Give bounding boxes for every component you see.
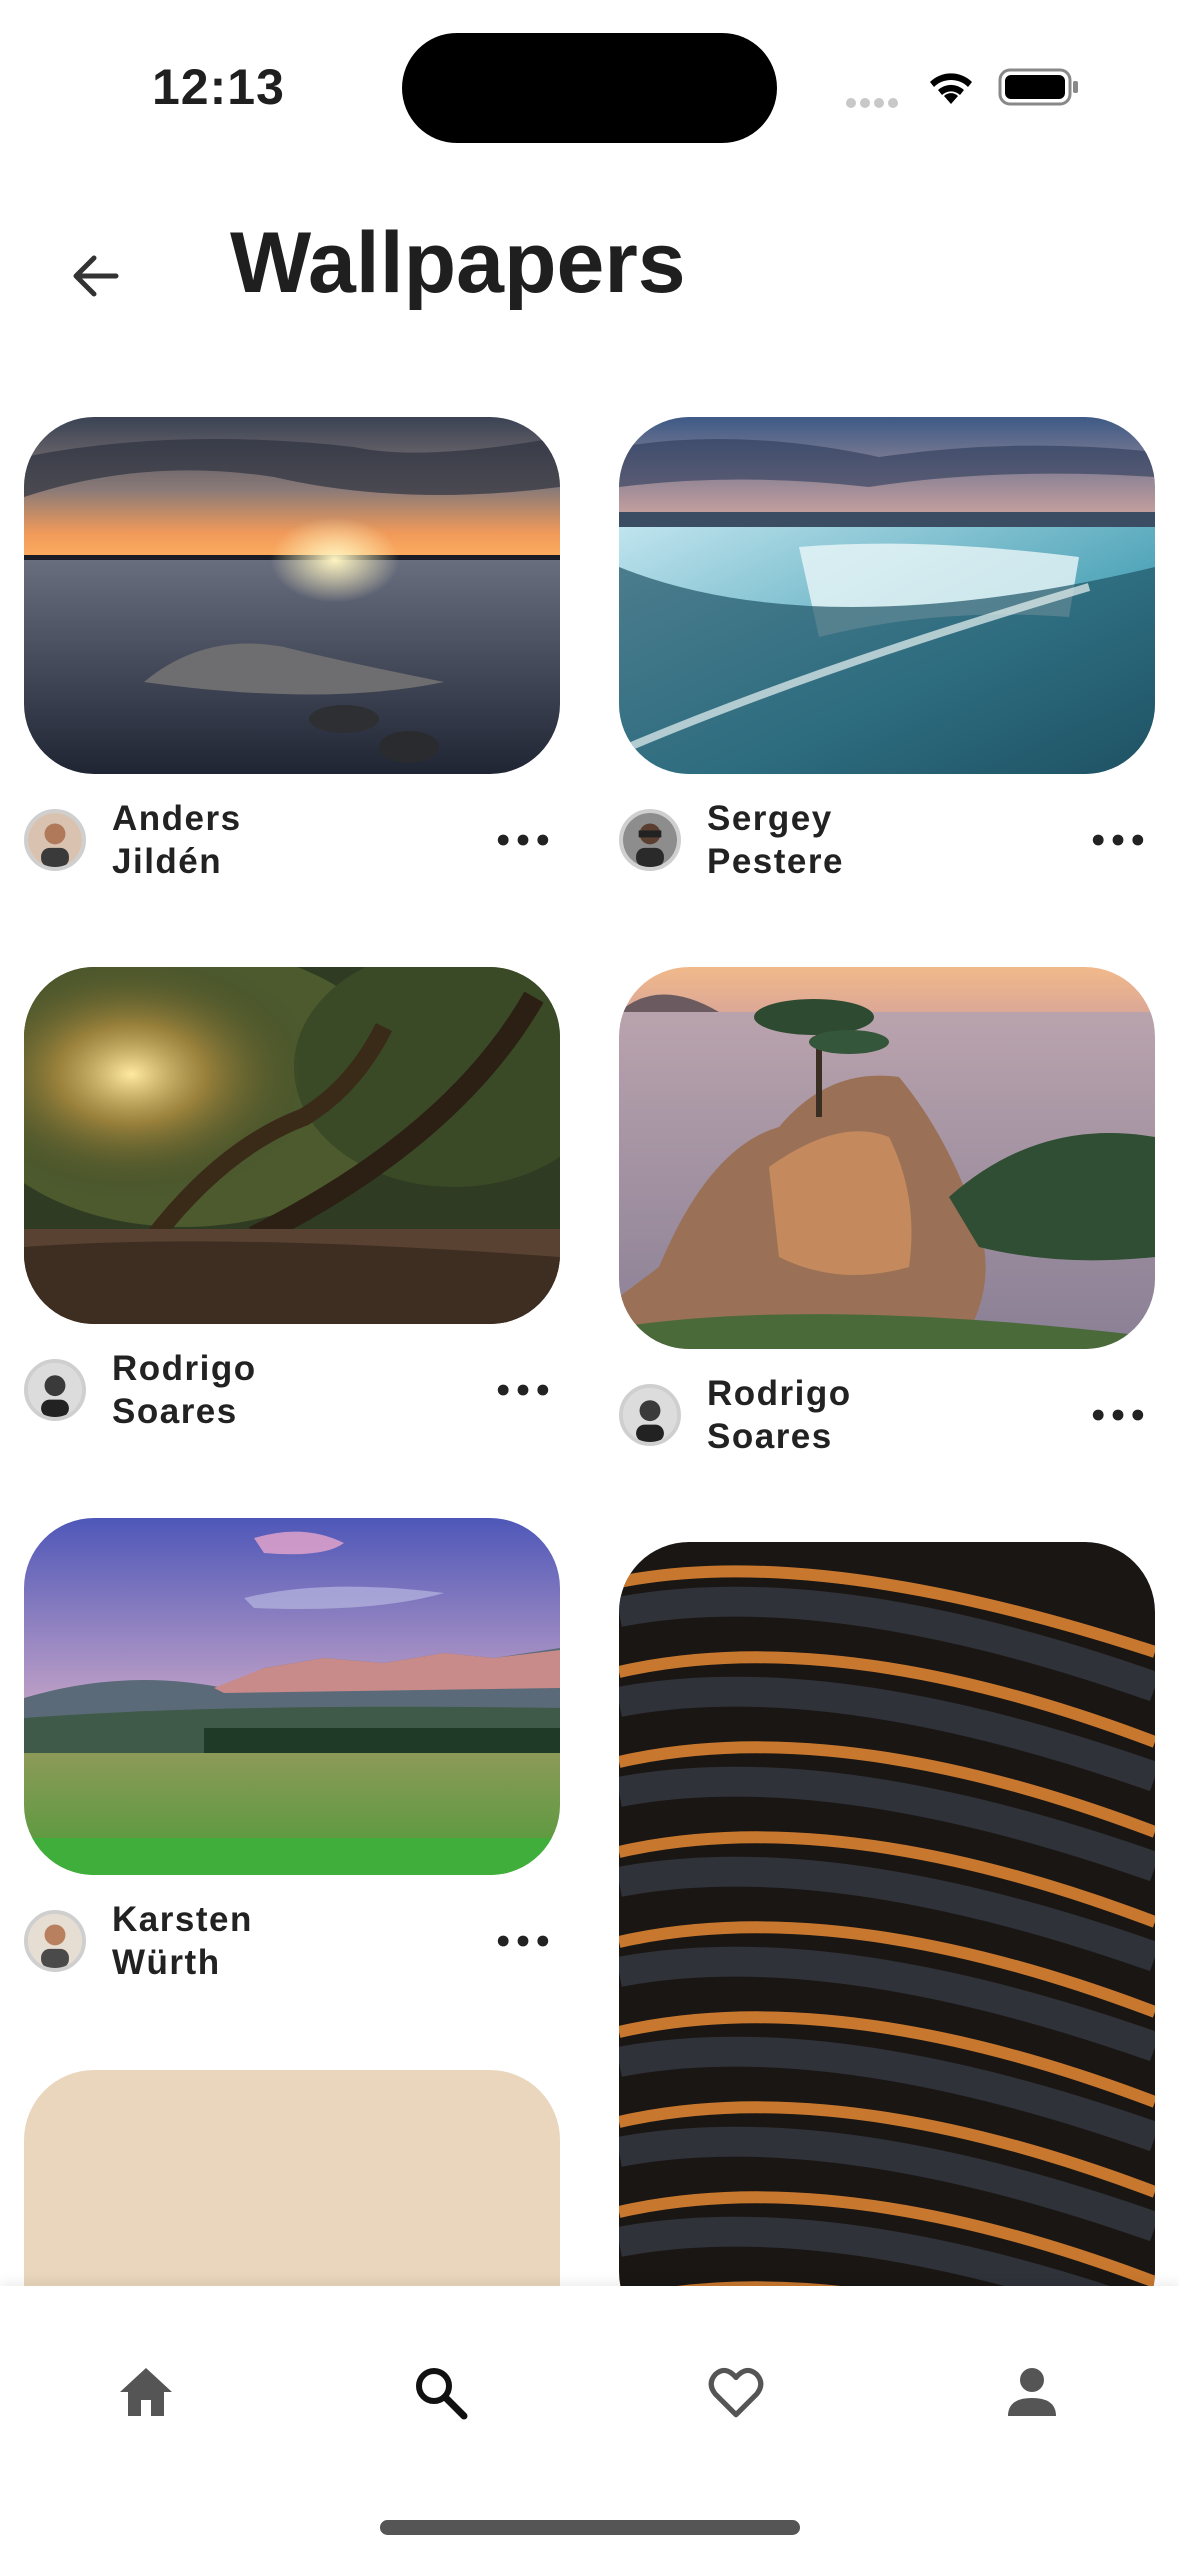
more-options-button[interactable]	[488, 1916, 558, 1966]
person-icon	[1008, 2368, 1056, 2416]
nav-favorites[interactable]	[686, 2342, 786, 2442]
page-title: Wallpapers	[230, 215, 686, 311]
more-options-button[interactable]	[488, 1365, 558, 1415]
author-name: Rodrigo Soares	[112, 1349, 257, 1431]
author-name: Rodrigo Soares	[707, 1374, 852, 1456]
heart-icon	[708, 2367, 764, 2418]
author-name: Karsten Würth	[112, 1900, 253, 1982]
home-icon	[120, 2368, 172, 2416]
more-options-button[interactable]	[488, 815, 558, 865]
author-info[interactable]: Rodrigo Soares	[619, 1372, 897, 1458]
avatar	[619, 809, 681, 871]
wallpaper-card-image[interactable]	[24, 417, 560, 774]
author-name: Anders Jildén	[112, 799, 242, 881]
back-button[interactable]	[60, 240, 132, 312]
more-options-button[interactable]	[1083, 1390, 1153, 1440]
wallpaper-card-image[interactable]	[619, 1542, 1155, 2342]
avatar	[619, 1384, 681, 1446]
more-horizontal-icon	[497, 834, 549, 846]
more-horizontal-icon	[497, 1384, 549, 1396]
nav-profile[interactable]	[982, 2342, 1082, 2442]
wallpaper-card-image[interactable]	[24, 1518, 560, 1875]
nav-home[interactable]	[96, 2342, 196, 2442]
author-info[interactable]: Rodrigo Soares	[24, 1347, 302, 1433]
more-options-button[interactable]	[1083, 815, 1153, 865]
nav-search[interactable]	[390, 2342, 490, 2442]
status-time: 12:13	[152, 59, 285, 115]
wallpaper-card-image[interactable]	[619, 967, 1155, 1349]
home-indicator[interactable]	[380, 2520, 800, 2535]
more-horizontal-icon	[497, 1935, 549, 1947]
author-info[interactable]: Sergey Pestere	[619, 797, 897, 883]
author-name: Sergey Pestere	[707, 799, 844, 881]
wifi-icon	[925, 66, 977, 108]
author-info[interactable]: Karsten Würth	[24, 1898, 302, 1984]
avatar	[24, 1910, 86, 1972]
bottom-navigation	[0, 2286, 1179, 2556]
author-info[interactable]: Anders Jildén	[24, 797, 302, 883]
wallpaper-card-image[interactable]	[619, 417, 1155, 774]
arrow-left-icon	[73, 255, 119, 297]
battery-icon	[998, 66, 1080, 108]
wallpaper-card-image[interactable]	[24, 967, 560, 1324]
dynamic-island	[402, 33, 777, 143]
more-horizontal-icon	[1092, 1409, 1144, 1421]
avatar	[24, 1359, 86, 1421]
cellular-signal-icon	[846, 95, 904, 108]
search-icon	[416, 2368, 468, 2420]
avatar	[24, 809, 86, 871]
more-horizontal-icon	[1092, 834, 1144, 846]
